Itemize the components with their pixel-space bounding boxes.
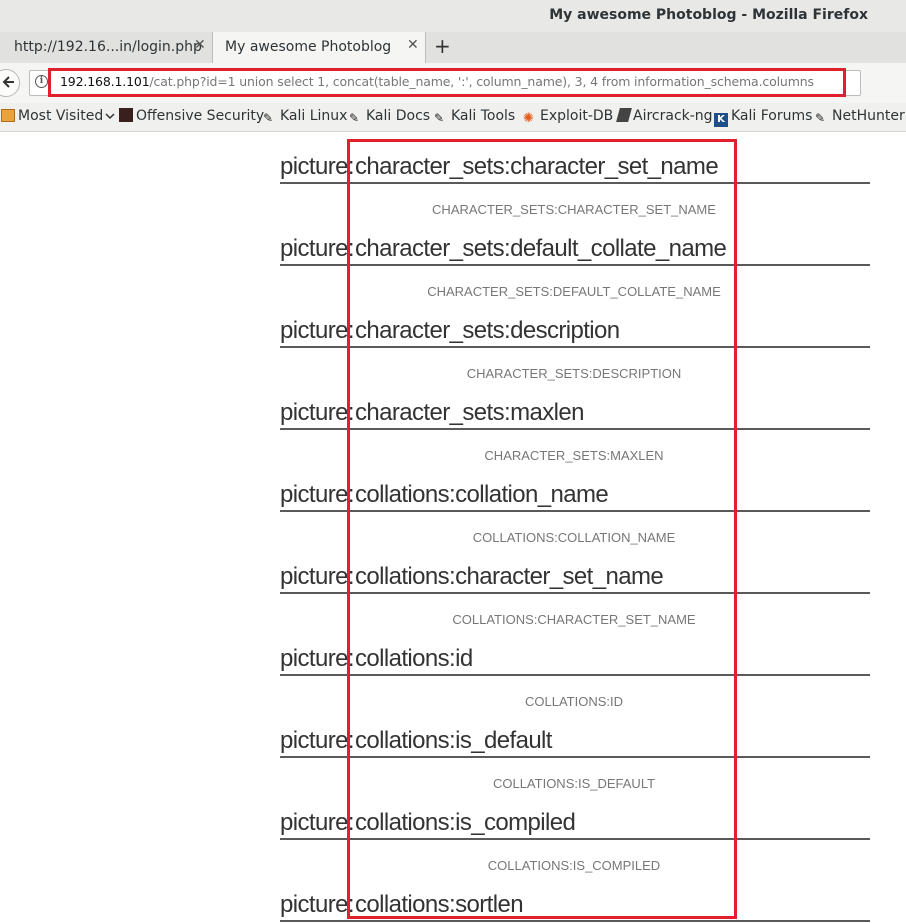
entry-label: picture: xyxy=(280,399,355,426)
tab-strip: http://192.16...in/login.php ✕ My awesom… xyxy=(0,32,906,64)
entry-value: character_sets:maxlen xyxy=(355,399,584,426)
new-tab-plus-icon[interactable]: + xyxy=(434,34,451,58)
list-item: picture:character_sets:description CHARA… xyxy=(280,304,870,386)
entry-heading[interactable]: picture:collations:character_set_name xyxy=(280,550,870,594)
entry-value: collations:collation_name xyxy=(355,481,609,508)
entry-label: picture: xyxy=(280,809,355,836)
list-item: picture:collations:character_set_name CO… xyxy=(280,550,870,632)
entry-value: character_sets:character_set_name xyxy=(355,153,719,180)
entry-heading[interactable]: picture:character_sets:character_set_nam… xyxy=(280,140,870,184)
entry-heading[interactable]: picture:collations:is_default xyxy=(280,714,870,758)
entry-value: collations:is_default xyxy=(355,727,552,754)
kali-icon: ✎ xyxy=(815,111,826,125)
url-highlight-box xyxy=(48,68,846,97)
back-button[interactable] xyxy=(0,69,20,97)
kali-forums-icon: K xyxy=(714,113,728,127)
bookmark-label: Kali Docs xyxy=(366,108,431,124)
bookmark-label: Offensive Security xyxy=(136,108,265,124)
entry-label: picture: xyxy=(280,153,355,180)
entry-label: picture: xyxy=(280,481,355,508)
kali-icon: ✎ xyxy=(263,111,274,125)
entry-heading[interactable]: picture:collations:id xyxy=(280,632,870,676)
folder-icon xyxy=(1,109,15,122)
offsec-icon xyxy=(119,108,133,122)
entry-value: collations:sortlen xyxy=(355,891,524,918)
kali-icon: ✎ xyxy=(349,111,360,125)
entry-label: picture: xyxy=(280,891,355,918)
bookmark-exploit-db[interactable]: ✺ Exploit-DB xyxy=(523,108,613,126)
close-icon[interactable]: ✕ xyxy=(407,37,419,53)
kali-icon: ✎ xyxy=(434,111,445,125)
entry-value: collations:is_compiled xyxy=(355,809,576,836)
entry-caption: COLLATIONS:ID xyxy=(524,694,623,709)
entry-value: collations:character_set_name xyxy=(355,563,664,590)
bookmark-label: Aircrack-ng xyxy=(633,108,713,124)
entry-value: character_sets:description xyxy=(355,317,620,344)
bookmarks-toolbar: Most Visited Offensive Security ✎ Kali Li… xyxy=(0,103,906,132)
list-item: picture:collations:sortlen xyxy=(280,878,870,923)
bookmark-kali-linux[interactable]: ✎ Kali Linux xyxy=(263,108,347,125)
entry-value: character_sets:default_collate_name xyxy=(355,235,727,262)
entry-caption: COLLATIONS:IS_DEFAULT xyxy=(492,776,656,791)
bookmark-kali-tools[interactable]: ✎ Kali Tools xyxy=(434,108,515,125)
list-item: picture:collations:is_default COLLATIONS… xyxy=(280,714,870,796)
entry-label: picture: xyxy=(280,563,355,590)
window-titlebar: My awesome Photoblog - Mozilla Firefox xyxy=(0,0,906,32)
entry-caption: COLLATIONS:IS_COMPILED xyxy=(487,858,661,873)
entry-label: picture: xyxy=(280,235,355,262)
bookmark-label: Kali Forums xyxy=(731,108,813,124)
list-item: picture:character_sets:default_collate_n… xyxy=(280,222,870,304)
entry-heading[interactable]: picture:character_sets:description xyxy=(280,304,870,348)
entry-caption: CHARACTER_SETS:CHARACTER_SET_NAME xyxy=(432,202,716,217)
bookmark-kali-forums[interactable]: K Kali Forums xyxy=(714,108,812,127)
entry-heading[interactable]: picture:collations:collation_name xyxy=(280,468,870,512)
aircrack-icon xyxy=(616,108,632,122)
window-title: My awesome Photoblog - Mozilla Firefox xyxy=(549,7,868,23)
tab-label: http://192.16...in/login.php xyxy=(14,39,202,55)
entry-label: picture: xyxy=(280,317,355,344)
bookmark-label: NetHunter xyxy=(832,108,905,124)
tab-login[interactable]: http://192.16...in/login.php ✕ xyxy=(0,32,212,63)
entry-label: picture: xyxy=(280,645,355,672)
close-icon[interactable]: ✕ xyxy=(194,37,206,53)
list-item: picture:collations:id COLLATIONS:ID xyxy=(280,632,870,714)
entry-heading[interactable]: picture:character_sets:maxlen xyxy=(280,386,870,430)
bookmark-offensive-security[interactable]: Offensive Security xyxy=(119,108,264,124)
chevron-down-icon xyxy=(105,113,115,120)
entry-value: collations:id xyxy=(355,645,473,672)
exploit-db-icon: ✺ xyxy=(523,111,534,126)
bookmark-label: Kali Linux xyxy=(280,108,348,124)
tab-photoblog[interactable]: My awesome Photoblog ✕ xyxy=(212,32,426,63)
bookmark-label: Kali Tools xyxy=(451,108,516,124)
entry-heading[interactable]: picture:collations:is_compiled xyxy=(280,796,870,840)
bookmark-kali-docs[interactable]: ✎ Kali Docs xyxy=(349,108,430,125)
info-icon[interactable]: i xyxy=(35,75,48,88)
back-arrow-icon xyxy=(2,76,14,88)
list-item: picture:character_sets:character_set_nam… xyxy=(280,140,870,222)
tab-label: My awesome Photoblog xyxy=(225,39,392,55)
bookmark-most-visited[interactable]: Most Visited xyxy=(1,108,115,124)
entry-caption: CHARACTER_SETS:DESCRIPTION xyxy=(466,366,682,381)
entry-caption: CHARACTER_SETS:MAXLEN xyxy=(484,448,664,463)
list-item: picture:character_sets:maxlen CHARACTER_… xyxy=(280,386,870,468)
entry-label: picture: xyxy=(280,727,355,754)
bookmark-aircrack-ng[interactable]: Aircrack-ng xyxy=(616,108,713,124)
bookmark-nethunter[interactable]: ✎ NetHunter xyxy=(815,108,905,125)
entry-caption: COLLATIONS:CHARACTER_SET_NAME xyxy=(452,612,696,627)
entry-heading[interactable]: picture:collations:sortlen xyxy=(280,878,870,922)
list-item: picture:collations:collation_name COLLAT… xyxy=(280,468,870,550)
page-content: picture:character_sets:character_set_nam… xyxy=(0,132,906,923)
entry-heading[interactable]: picture:character_sets:default_collate_n… xyxy=(280,222,870,266)
bookmark-label: Exploit-DB xyxy=(540,108,614,124)
list-item: picture:collations:is_compiled COLLATION… xyxy=(280,796,870,878)
entry-caption: COLLATIONS:COLLATION_NAME xyxy=(472,530,676,545)
bookmark-label: Most Visited xyxy=(18,108,104,124)
entry-caption: CHARACTER_SETS:DEFAULT_COLLATE_NAME xyxy=(427,284,721,299)
